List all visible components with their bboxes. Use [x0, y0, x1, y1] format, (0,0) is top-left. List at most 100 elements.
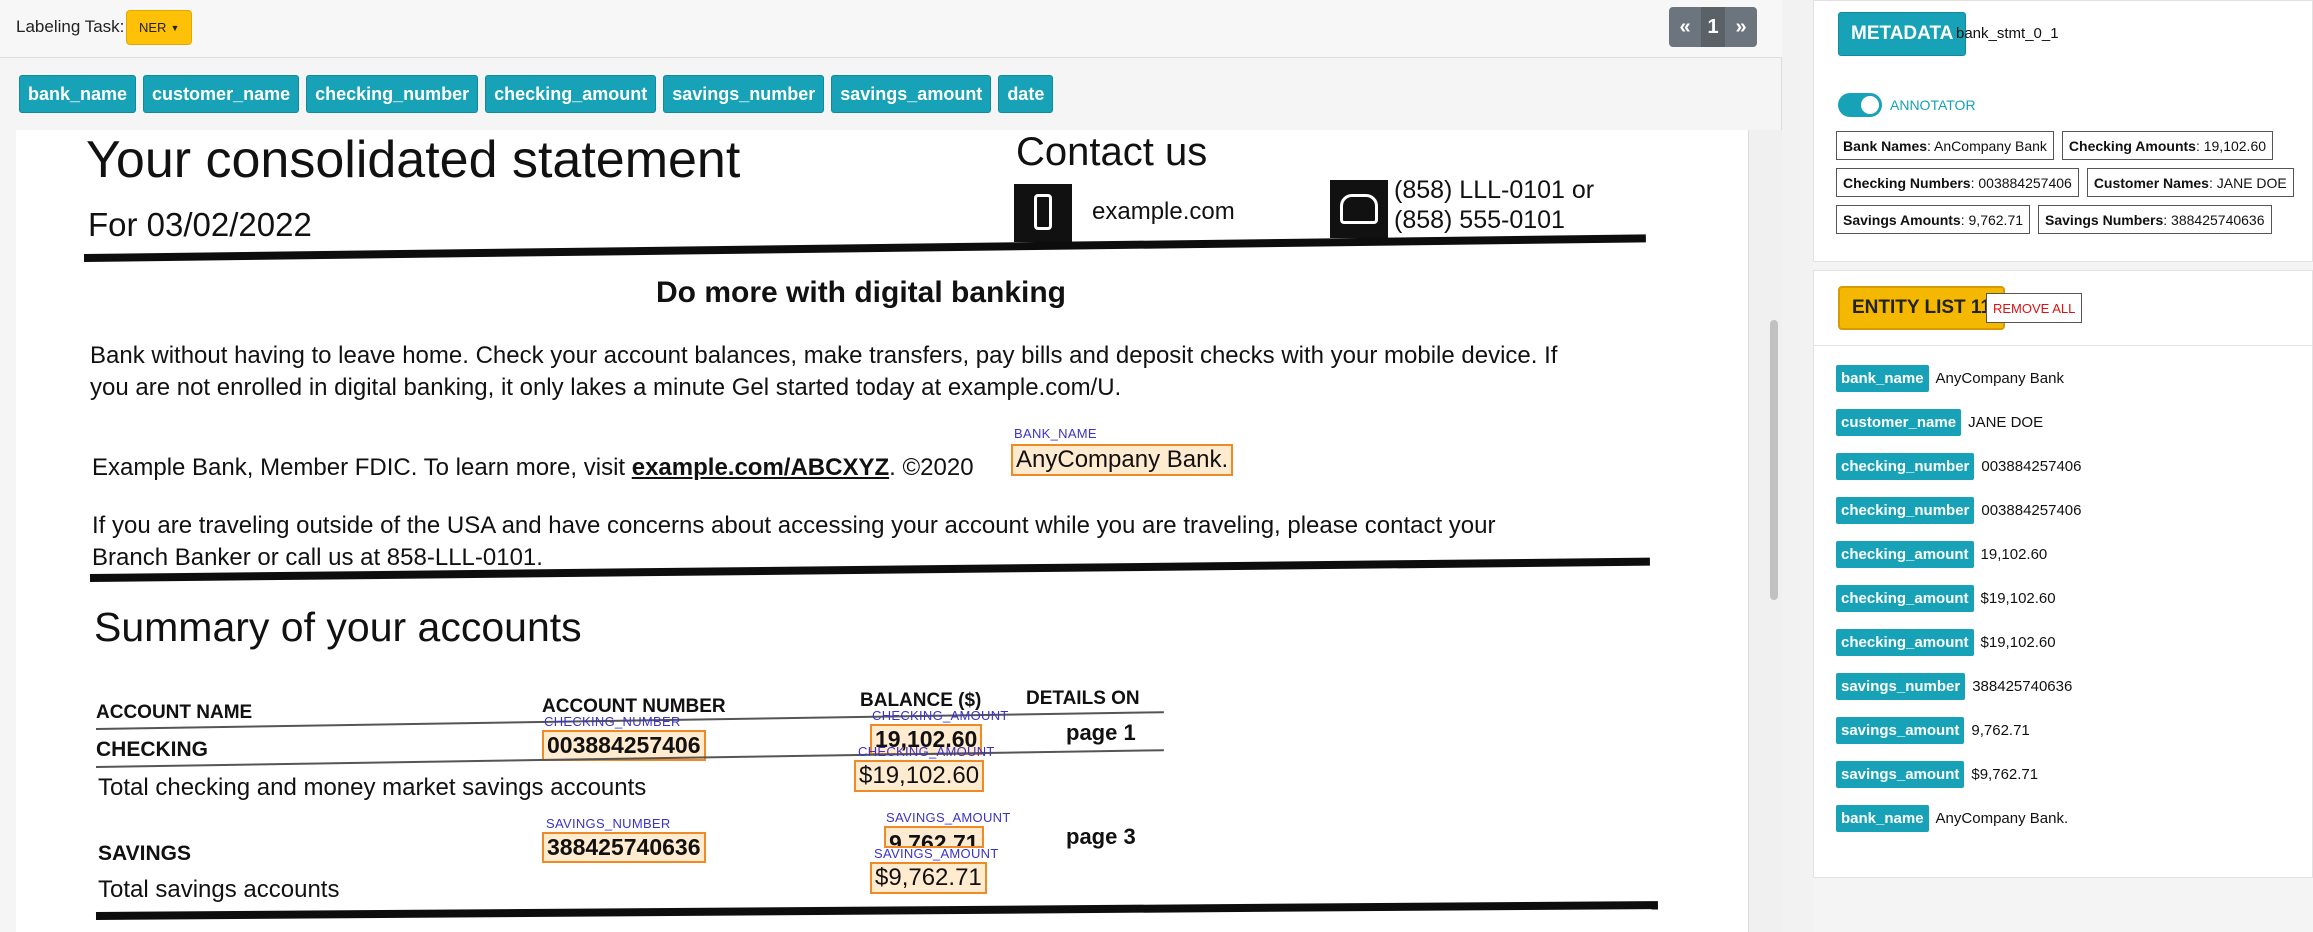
label-button-date[interactable]: date	[998, 75, 1054, 113]
col-account-name: ACCOUNT NAME	[96, 702, 253, 723]
summary-key: Savings Numbers	[2045, 211, 2164, 228]
fdic-sentence: Example Bank, Member FDIC. To learn more…	[92, 454, 626, 481]
highlight-bank-name[interactable]: AnyCompany Bank.	[1011, 444, 1234, 476]
summary-value: : AnCompany Bank	[1927, 137, 2047, 154]
entity-value: AnyCompany Bank.	[1935, 810, 2069, 827]
highlight-checking-total[interactable]: $19,102.60	[854, 760, 985, 792]
travel-para-line2: Branch Banker or call us at 858-LLL-0101…	[92, 544, 543, 571]
summary-key: Checking Amounts	[2068, 137, 2196, 154]
label-button-checking-number[interactable]: checking_number	[306, 75, 479, 113]
label-button-checking-amount[interactable]: checking_amount	[485, 75, 657, 113]
entity-row[interactable]: bank_name AnyCompany Bank.	[1836, 805, 2081, 849]
caret-down-icon: ▼	[170, 22, 180, 33]
digital-banking-heading: Do more with digital banking	[656, 276, 1067, 309]
entity-value: JANE DOE	[1968, 414, 2044, 431]
entity-tag: savings_amount	[1836, 717, 1965, 744]
divider-rule	[83, 234, 1646, 262]
contact-phone-1: (858) LLL-0101 or	[1394, 176, 1595, 204]
entity-list: bank_name AnyCompany Bank customer_name JA…	[1836, 365, 2081, 849]
entity-row[interactable]: checking_number 003884257406	[1836, 453, 2081, 497]
entity-list-header[interactable]: ENTITY LIST 11	[1838, 286, 2006, 330]
annotator-toggle[interactable]	[1838, 93, 1882, 117]
summary-chip-customer-names: Customer Names: JANE DOE	[2086, 168, 2294, 197]
entity-tag: checking_amount	[1836, 629, 1974, 656]
mobile-icon	[1014, 184, 1072, 242]
entity-row[interactable]: checking_amount 19,102.60	[1836, 541, 2081, 585]
label-button-savings-number[interactable]: savings_number	[663, 75, 825, 113]
entity-row[interactable]: checking_number 003884257406	[1836, 497, 2081, 541]
labeling-task-dropdown[interactable]: NER ▼	[126, 10, 193, 45]
entity-tag-bank-name: BANK_NAME	[1014, 426, 1097, 441]
entity-row[interactable]: savings_amount $9,762.71	[1836, 761, 2081, 805]
entity-tag: checking_number	[1836, 453, 1975, 480]
contact-phone-2: (858) 555-0101	[1394, 206, 1565, 234]
summary-chip-bank-names: Bank Names: AnCompany Bank	[1836, 131, 2054, 160]
document-pane: Labeling Task: NER ▼ « 1 » bank_name cus…	[0, 0, 1782, 932]
savings-details: page 3	[1066, 824, 1136, 849]
entity-value: 003884257406	[1981, 458, 2082, 475]
document-id: bank_stmt_0_1	[1956, 25, 2059, 42]
savings-label: SAVINGS	[98, 842, 191, 865]
next-page-button[interactable]: »	[1725, 7, 1757, 47]
entity-tag: checking_amount	[1836, 585, 1974, 612]
entity-tag-savings-amount: SAVINGS_AMOUNT	[874, 846, 999, 861]
entity-row[interactable]: checking_amount $19,102.60	[1836, 585, 2081, 629]
label-button-bank-name[interactable]: bank_name	[19, 75, 137, 113]
fdic-copyright: . ©2020	[889, 454, 974, 481]
entity-list-card: ENTITY LIST 11 REMOVE ALL bank_name AnyCo…	[1813, 270, 2313, 878]
entity-row[interactable]: bank_name AnyCompany Bank	[1836, 365, 2081, 409]
summary-chip-savings-numbers: Savings Numbers: 388425740636	[2038, 205, 2272, 234]
digital-banking-para-line1: Bank without having to leave home. Check…	[90, 342, 1558, 369]
entity-value: $9,762.71	[1971, 766, 2039, 783]
entity-value: 9,762.71	[1971, 722, 2030, 739]
label-bar: bank_name customer_name checking_number …	[0, 58, 1782, 130]
entity-tag-checking-number: CHECKING_NUMBER	[544, 714, 681, 729]
current-page-number: 1	[1701, 7, 1725, 47]
annotator-toggle-label: ANNOTATOR	[1890, 97, 1976, 113]
labeling-task-label: Labeling Task:	[16, 17, 125, 36]
pagination: « 1 »	[1669, 7, 1757, 47]
checking-label: CHECKING	[96, 738, 209, 761]
entity-value: AnyCompany Bank	[1935, 370, 2064, 387]
document-scrollbar-thumb[interactable]	[1770, 320, 1778, 600]
fdic-link: example.com/ABCXYZ	[631, 454, 890, 481]
entity-tag: checking_number	[1836, 497, 1975, 524]
metadata-card: METADATA bank_stmt_0_1 ANNOTATOR Bank Na…	[1813, 0, 2313, 262]
entity-tag-savings-number: SAVINGS_NUMBER	[546, 816, 671, 831]
entity-tag-checking-amount: CHECKING_AMOUNT	[858, 744, 995, 759]
statement-date: For 03/02/2022	[88, 206, 312, 243]
entity-value: 19,102.60	[1980, 546, 2048, 563]
summary-chip-checking-amounts: Checking Amounts: 19,102.60	[2061, 131, 2274, 160]
entity-value: $19,102.60	[1980, 634, 2056, 651]
entity-tag: bank_name	[1836, 805, 1929, 832]
highlight-savings-balance[interactable]: 9,762.71	[884, 826, 984, 848]
entity-row[interactable]: customer_name JANE DOE	[1836, 409, 2081, 453]
previous-page-button[interactable]: «	[1669, 7, 1701, 47]
summary-key: Customer Names	[2093, 174, 2209, 191]
labeling-app: Labeling Task: NER ▼ « 1 » bank_name cus…	[0, 0, 2313, 932]
summary-value: : JANE DOE	[2208, 174, 2287, 191]
labeling-task-value: NER	[139, 20, 167, 35]
contact-title: Contact us	[1016, 130, 1208, 174]
travel-para-line1: If you are traveling outside of the USA …	[92, 512, 1496, 539]
top-toolbar: Labeling Task: NER ▼ « 1 »	[0, 0, 1782, 58]
summary-key: Bank Names	[1843, 137, 1928, 154]
metadata-button[interactable]: METADATA	[1838, 12, 1967, 56]
entity-value: $19,102.60	[1980, 590, 2056, 607]
entity-row[interactable]: checking_amount $19,102.60	[1836, 629, 2081, 673]
entity-row[interactable]: savings_number 388425740636	[1836, 673, 2081, 717]
entity-row[interactable]: savings_amount 9,762.71	[1836, 717, 2081, 761]
summary-chip-checking-numbers: Checking Numbers: 003884257406	[1836, 168, 2079, 197]
remove-all-button[interactable]: REMOVE ALL	[1986, 293, 2083, 323]
highlight-savings-total[interactable]: $9,762.71	[870, 862, 987, 894]
entity-summary: Bank Names: AnCompany Bank Checking Amou…	[1836, 131, 2306, 234]
label-button-savings-amount[interactable]: savings_amount	[831, 75, 992, 113]
entity-list-divider	[1814, 345, 2313, 346]
summary-key: Checking Numbers	[1843, 174, 1971, 191]
contact-website: example.com	[1092, 198, 1235, 225]
summary-value: : 9,762.71	[1960, 211, 2024, 228]
label-button-customer-name[interactable]: customer_name	[143, 75, 300, 113]
phone-icon	[1330, 180, 1388, 238]
highlight-savings-number[interactable]: 388425740636	[542, 832, 706, 863]
document-image[interactable]: Your consolidated statement For 03/02/20…	[16, 130, 1748, 932]
